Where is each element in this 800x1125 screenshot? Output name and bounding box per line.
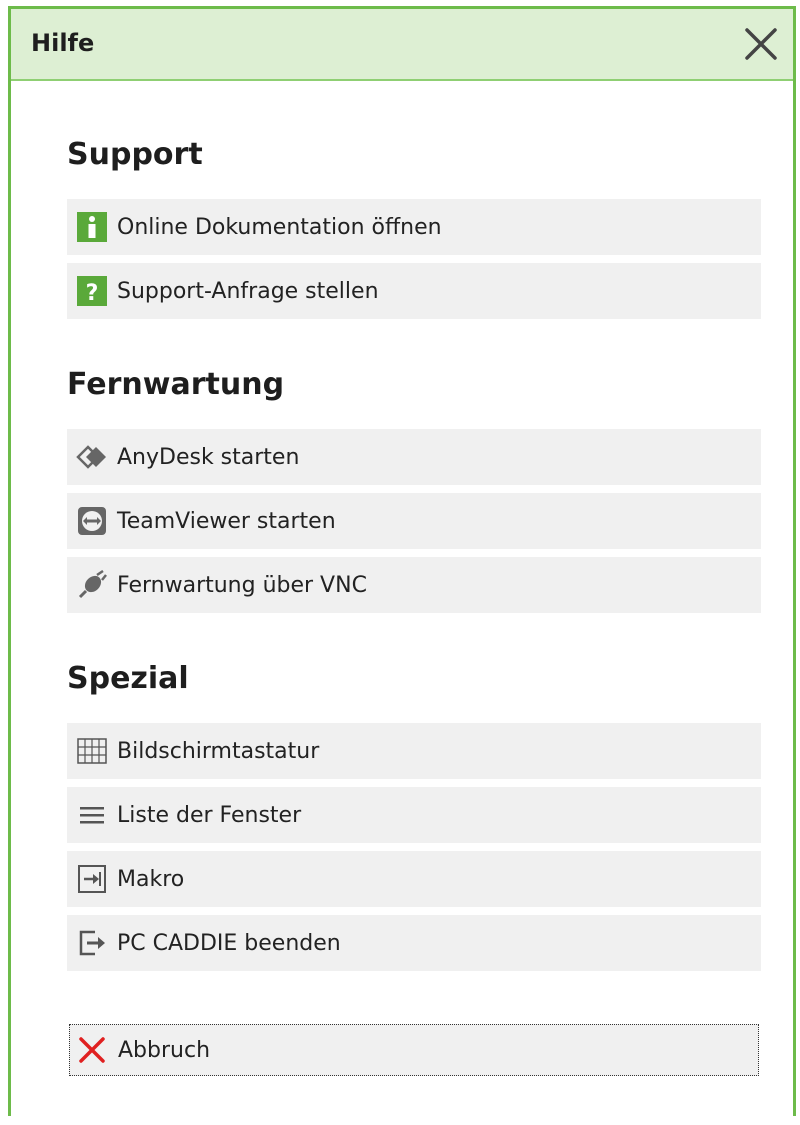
list-icon [76, 799, 108, 831]
vnc-plug-icon [76, 569, 108, 601]
item-label: AnyDesk starten [117, 444, 300, 470]
close-button[interactable] [741, 24, 781, 64]
dialog-title: Hilfe [31, 29, 95, 57]
item-label: Liste der Fenster [117, 802, 302, 828]
anydesk-icon [76, 441, 108, 473]
item-label: Online Dokumentation öffnen [117, 214, 442, 240]
section-heading-support: Support [67, 137, 203, 172]
onscreen-keyboard-button[interactable]: Bildschirmtastatur [67, 723, 761, 779]
start-anydesk-button[interactable]: AnyDesk starten [67, 429, 761, 485]
macro-arrow-icon [76, 863, 108, 895]
item-label: Makro [117, 866, 185, 892]
macro-button[interactable]: Makro [67, 851, 761, 907]
title-bar: Hilfe [11, 9, 793, 81]
dialog-content: Support Online Dokumentation öffnen ? Su… [67, 129, 761, 1015]
item-label: TeamViewer starten [117, 508, 336, 534]
item-label: Support-Anfrage stellen [117, 278, 379, 304]
keyboard-grid-icon [76, 735, 108, 767]
cancel-label: Abbruch [118, 1037, 211, 1063]
open-online-documentation-button[interactable]: Online Dokumentation öffnen [67, 199, 761, 255]
item-label: PC CADDIE beenden [117, 930, 341, 956]
section-support: Support Online Dokumentation öffnen ? Su… [67, 129, 761, 319]
start-teamviewer-button[interactable]: TeamViewer starten [67, 493, 761, 549]
item-label: Bildschirmtastatur [117, 738, 320, 764]
question-icon: ? [76, 275, 108, 307]
close-icon [745, 28, 777, 60]
red-x-icon [76, 1034, 108, 1066]
window-list-button[interactable]: Liste der Fenster [67, 787, 761, 843]
support-request-button[interactable]: ? Support-Anfrage stellen [67, 263, 761, 319]
section-heading-fernwartung: Fernwartung [67, 367, 285, 402]
exit-pc-caddie-button[interactable]: PC CADDIE beenden [67, 915, 761, 971]
section-heading-spezial: Spezial [67, 661, 189, 696]
svg-text:?: ? [86, 281, 99, 306]
item-label: Fernwartung über VNC [117, 572, 367, 598]
section-fernwartung: Fernwartung AnyDesk starten TeamViewer s… [67, 359, 761, 613]
help-dialog: Hilfe Support Online Dokumentation öffne… [8, 6, 796, 1116]
exit-icon [76, 927, 108, 959]
section-spezial: Spezial Bildschirmtastatur Liste der Fen… [67, 653, 761, 971]
teamviewer-icon [76, 505, 108, 537]
cancel-button[interactable]: Abbruch [69, 1024, 759, 1076]
info-icon [76, 211, 108, 243]
remote-vnc-button[interactable]: Fernwartung über VNC [67, 557, 761, 613]
